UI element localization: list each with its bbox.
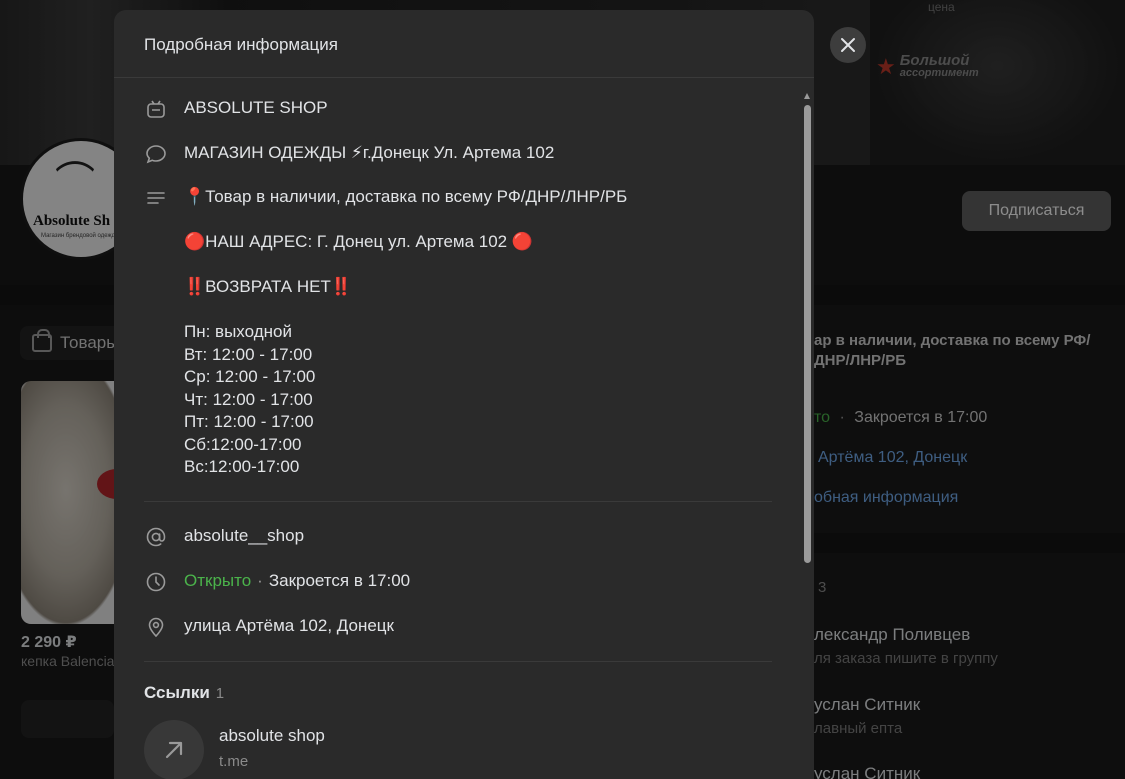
bot-icon — [144, 97, 168, 121]
divider — [144, 501, 772, 502]
community-status: МАГАЗИН ОДЕЖДЫ ⚡г.Донецк Ул. Артема 102 — [184, 143, 555, 162]
opening-hours[interactable]: Открыто · Закроется в 17:00 — [184, 570, 410, 592]
info-row-hours: Открыто · Закроется в 17:00 — [144, 570, 410, 594]
modal-body: ABSOLUTE SHOP МАГАЗИН ОДЕЖДЫ ⚡г.Донецк У… — [114, 79, 814, 779]
scroll-up-arrow[interactable] — [804, 93, 810, 99]
link-title[interactable]: absolute shop — [219, 726, 325, 746]
info-row-name: ABSOLUTE SHOP — [144, 97, 328, 121]
info-row-address: улица Артёма 102, Донецк — [144, 615, 394, 639]
working-hours-list: Пн: выходной Вт: 12:00 - 17:00 Ср: 12:00… — [184, 322, 316, 476]
status-separator: · — [257, 571, 263, 590]
close-time: Закроется в 17:00 — [268, 571, 411, 590]
open-status: Открыто — [184, 571, 252, 590]
description-line: 🔴НАШ АДРЕС: Г. Донец ул. Артема 102 🔴 — [184, 232, 534, 251]
link-thumbnail[interactable] — [144, 720, 204, 779]
info-row-username: absolute__shop — [144, 525, 304, 549]
links-count: 1 — [215, 685, 225, 702]
modal-header: Подробная информация — [114, 10, 814, 78]
chat-bubble-icon — [144, 142, 168, 166]
scroll-thumb[interactable] — [804, 105, 811, 563]
info-row-status: МАГАЗИН ОДЕЖДЫ ⚡г.Донецк Ул. Артема 102 — [144, 142, 554, 166]
community-name: ABSOLUTE SHOP — [184, 98, 328, 117]
divider — [144, 661, 772, 662]
address-link[interactable]: улица Артёма 102, Донецк — [184, 615, 394, 637]
close-button[interactable] — [830, 27, 866, 63]
details-modal: Подробная информация ABSOLUTE SHOP МАГАЗ… — [114, 10, 814, 779]
links-section-title: Ссылки 1 — [144, 683, 225, 702]
clock-icon — [144, 570, 168, 594]
modal-scrollbar[interactable] — [804, 93, 811, 563]
description-line: ‼️ВОЗВРАТА НЕТ‼️ — [184, 277, 353, 296]
at-icon — [144, 525, 168, 549]
text-lines-icon — [144, 186, 168, 210]
modal-title: Подробная информация — [144, 35, 338, 54]
info-row-description: 📍Товар в наличии, доставка по всему РФ/Д… — [144, 186, 627, 210]
username[interactable]: absolute__shop — [184, 525, 304, 547]
link-domain: t.me — [219, 753, 249, 770]
location-pin-icon — [144, 615, 168, 639]
close-icon — [841, 38, 855, 52]
description-line: 📍Товар в наличии, доставка по всему РФ/Д… — [184, 187, 628, 206]
arrow-up-right-icon — [165, 741, 183, 759]
